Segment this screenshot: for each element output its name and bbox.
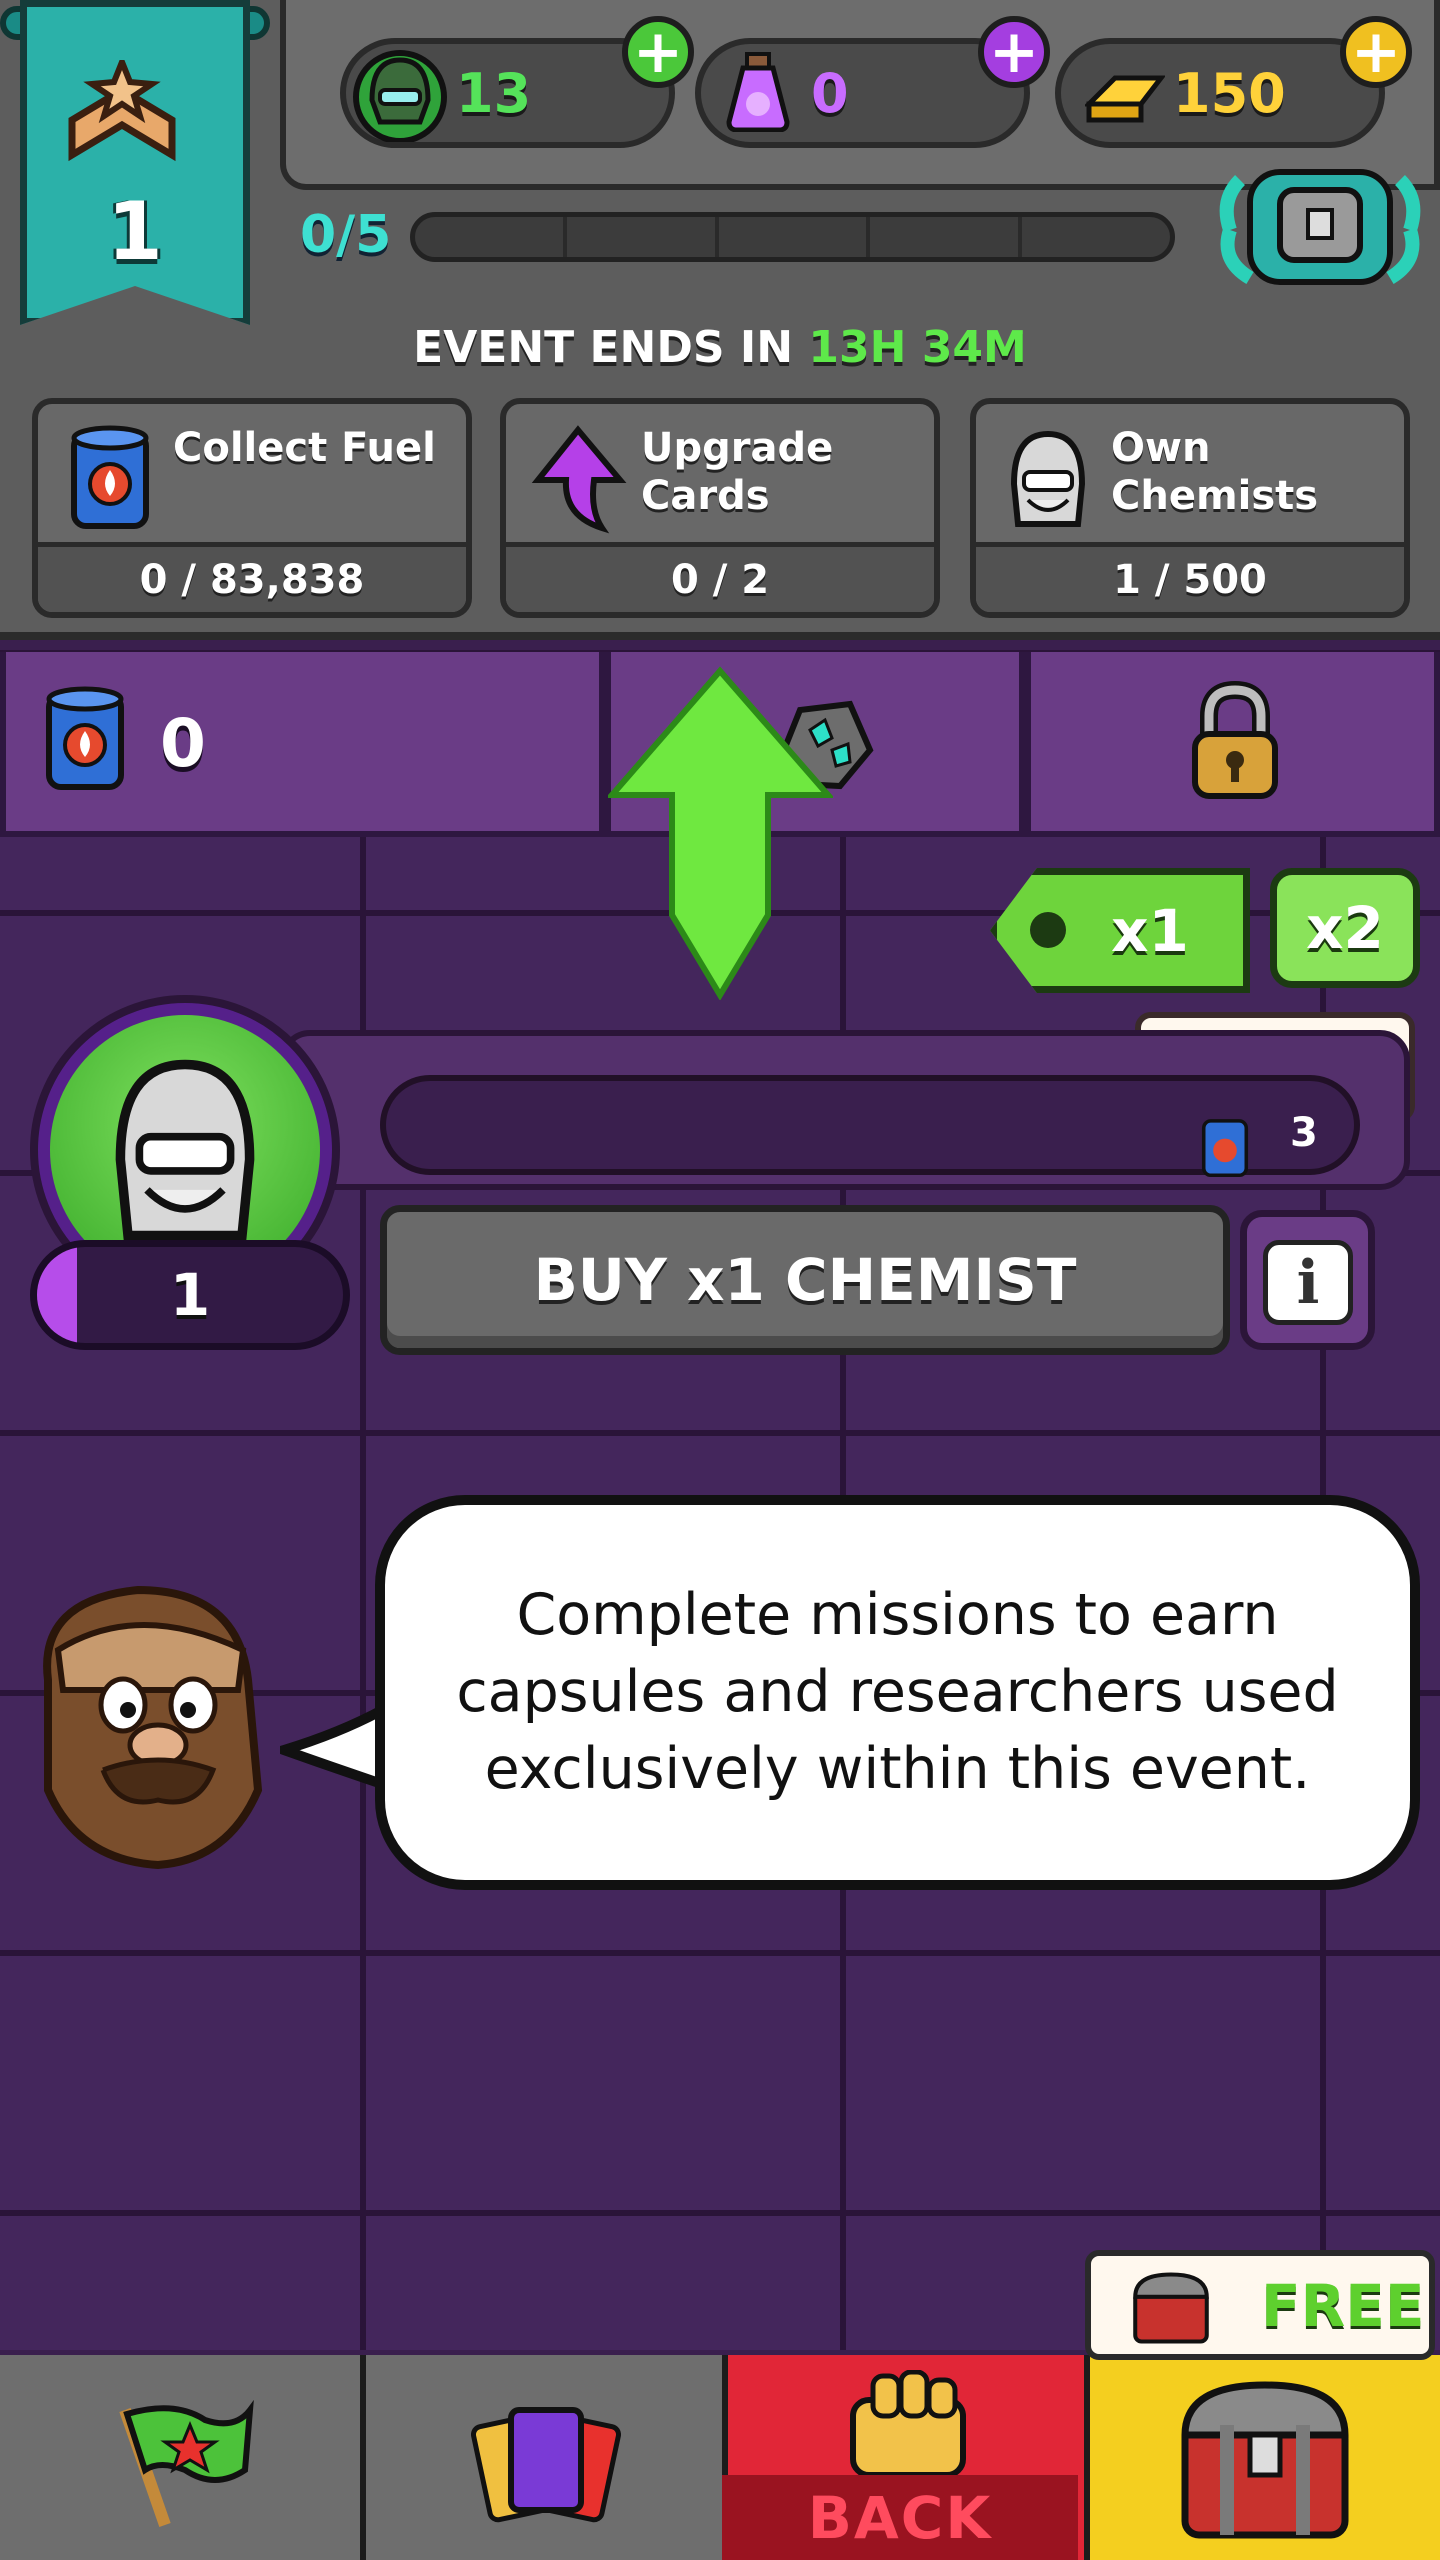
lock-icon (1192, 680, 1278, 799)
multiplier-x2-button[interactable]: x2 (1270, 868, 1420, 988)
back-label: BACK (722, 2475, 1078, 2560)
fuel-count: 0 (160, 705, 206, 782)
mission-card-own-chemists[interactable]: Own Chemists 1 / 500 (970, 398, 1410, 618)
chemist-helmet-icon (1010, 430, 1086, 527)
mission-title: Own Chemists (1111, 425, 1319, 519)
chest-icon (1181, 2381, 1349, 2539)
fuel-barrel-icon (46, 686, 124, 790)
gold-currency: 150 (1055, 38, 1385, 148)
tutorial-speech-bubble: Complete missions to earn capsules and r… (375, 1495, 1420, 1890)
add-potion-button[interactable]: + (978, 16, 1050, 88)
event-timer-hours: 13H (808, 322, 907, 373)
tag-hole (1030, 912, 1066, 948)
mission-title: Collect Fuel (173, 425, 436, 471)
gold-value: 150 (1173, 62, 1286, 125)
researchers-value: 13 (456, 62, 532, 125)
fuel-barrel-icon (71, 425, 149, 529)
free-chest-badge: FREE (1085, 2250, 1435, 2360)
researcher-helmet-icon (353, 50, 447, 142)
xp-progress-bar (410, 212, 1175, 262)
reward-chest-icon[interactable] (1210, 160, 1430, 295)
producer-level-value: 1 (169, 1261, 211, 1329)
scientist-advisor-icon (43, 1585, 263, 1870)
add-researchers-button[interactable]: + (622, 16, 694, 88)
nav-missions-button[interactable] (0, 2355, 360, 2560)
event-timer: EVENT ENDS IN 13H 34M (0, 322, 1440, 373)
upgrade-arrow-icon (531, 425, 627, 534)
free-label: FREE (1261, 2272, 1425, 2340)
producer-level-bar: 1 (30, 1240, 350, 1350)
mission-card-upgrade-cards[interactable]: Upgrade Cards 0 / 2 (500, 398, 940, 618)
cards-icon (471, 2407, 621, 2523)
xp-segment (567, 217, 719, 257)
fuel-barrel-icon (1201, 1119, 1249, 1178)
chemist-helmet-icon (115, 1059, 255, 1241)
rank-chevron-icon (68, 60, 176, 162)
nav-cards-button[interactable] (360, 2355, 722, 2560)
flag-icon (119, 2399, 254, 2527)
mission-card-collect-fuel[interactable]: Collect Fuel 0 / 83,838 (32, 398, 472, 618)
event-timer-minutes: 34M (921, 322, 1027, 373)
potion-value: 0 (811, 62, 849, 125)
potion-flask-icon (726, 52, 790, 132)
rank-level: 1 (107, 185, 163, 278)
mission-progress: 1 / 500 (976, 542, 1404, 612)
nav-free-chest-button[interactable] (1084, 2355, 1440, 2560)
event-timer-prefix: EVENT ENDS IN (413, 322, 794, 373)
multiplier-x1-button[interactable]: x1 (990, 868, 1250, 993)
tutorial-arrow-icon (608, 666, 833, 1000)
chest-icon (1133, 2272, 1209, 2344)
mission-title: Upgrade Cards (641, 425, 834, 519)
gold-bar-icon (1085, 75, 1165, 123)
mission-progress: 0 / 83,838 (38, 542, 466, 612)
xp-segment (1022, 217, 1170, 257)
buy-chemist-button[interactable]: BUY x1 CHEMIST (380, 1205, 1230, 1355)
xp-progress-text: 0/5 (300, 205, 392, 265)
add-gold-button[interactable]: + (1340, 16, 1412, 88)
xp-segment (719, 217, 871, 257)
xp-segment (415, 217, 567, 257)
xp-segment (870, 217, 1023, 257)
fist-icon (850, 2370, 966, 2478)
mission-progress: 0 / 2 (506, 542, 934, 612)
info-button[interactable]: i (1263, 1240, 1353, 1325)
production-yield: 3 (1290, 1110, 1318, 1156)
